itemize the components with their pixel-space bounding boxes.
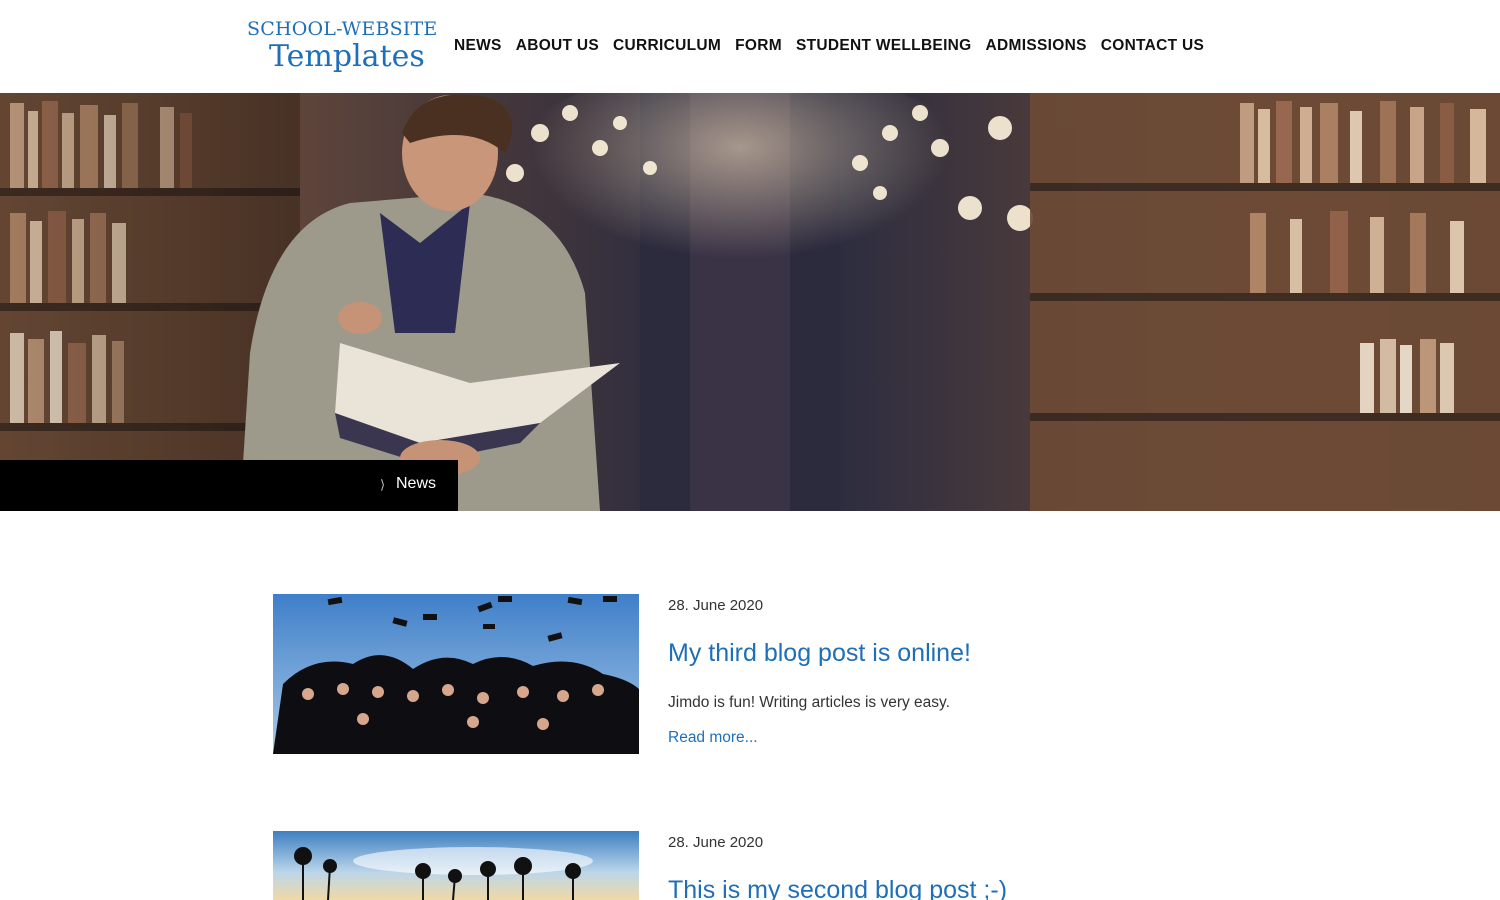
main-nav: NEWS ABOUT US CURRICULUM FORM STUDENT WE… <box>447 36 1211 56</box>
blog-post: 28. June 2020 This is my second blog pos… <box>273 831 1173 900</box>
nav-item-about-us[interactable]: ABOUT US <box>509 36 606 56</box>
hero-banner: ⟩ News <box>0 93 1500 511</box>
blog-post: 28. June 2020 My third blog post is onli… <box>273 594 1173 764</box>
post-date: 28. June 2020 <box>668 597 764 614</box>
read-more-link[interactable]: Read more... <box>668 729 758 747</box>
nav-item-news[interactable]: NEWS <box>447 36 509 56</box>
graduation-image <box>273 594 639 754</box>
site-header: SCHOOL-WEBSITE Templates NEWS ABOUT US C… <box>0 0 1500 93</box>
breadcrumb-current: News <box>396 475 437 492</box>
nav-item-form[interactable]: FORM <box>728 36 789 56</box>
logo-line-bottom: Templates <box>269 39 425 74</box>
post-date: 28. June 2020 <box>668 834 764 851</box>
nav-item-contact-us[interactable]: CONTACT US <box>1094 36 1211 56</box>
post-thumbnail[interactable] <box>273 594 639 754</box>
nav-item-student-wellbeing[interactable]: STUDENT WELLBEING <box>789 36 979 56</box>
post-thumbnail[interactable] <box>273 831 639 900</box>
breadcrumb: ⟩ News <box>0 460 458 511</box>
palm-trees-image <box>273 831 639 900</box>
hero-library-image <box>0 93 1500 511</box>
nav-item-curriculum[interactable]: CURRICULUM <box>606 36 728 56</box>
nav-item-admissions[interactable]: ADMISSIONS <box>979 36 1094 56</box>
breadcrumb-separator: ⟩ <box>380 477 386 492</box>
post-title-link[interactable]: This is my second blog post ;-) <box>668 876 1007 900</box>
logo-line-top: SCHOOL-WEBSITE <box>247 18 438 40</box>
post-excerpt: Jimdo is fun! Writing articles is very e… <box>668 694 950 711</box>
site-logo[interactable]: SCHOOL-WEBSITE Templates <box>247 18 447 78</box>
post-title-link[interactable]: My third blog post is online! <box>668 639 971 668</box>
